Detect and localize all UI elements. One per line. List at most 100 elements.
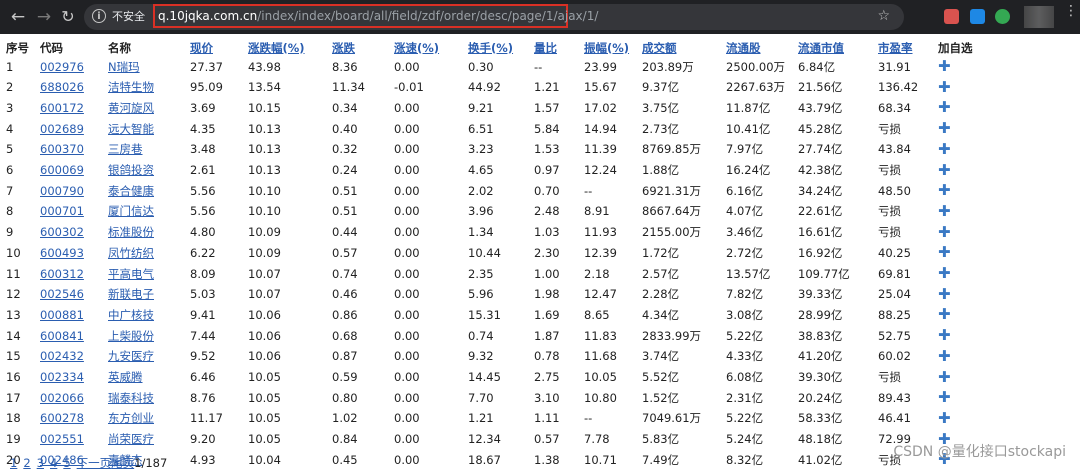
stock-name-link[interactable]: 九安医疗 (108, 349, 154, 363)
stock-code-link[interactable]: 600493 (40, 246, 84, 260)
stock-code-link[interactable]: 000790 (40, 184, 84, 198)
table-cell: 3.69 (190, 100, 216, 115)
page-link[interactable]: 5 (63, 456, 70, 470)
stock-name-link[interactable]: 瑞泰科技 (108, 391, 154, 405)
stock-code-link[interactable]: 000701 (40, 204, 84, 218)
back-arrow-icon[interactable]: ← (8, 7, 28, 27)
column-header[interactable]: 成交额 (642, 38, 726, 57)
stock-code-link[interactable]: 002546 (40, 287, 84, 301)
add-watchlist-icon[interactable]: ✚ (938, 223, 951, 241)
next-page-link[interactable]: 下一页 (77, 456, 112, 470)
stock-code-link[interactable]: 000881 (40, 308, 84, 322)
stock-name-link[interactable]: 平高电气 (108, 267, 154, 281)
add-watchlist-icon[interactable]: ✚ (938, 285, 951, 303)
stock-name-link[interactable]: 三房巷 (108, 142, 143, 156)
table-cell: 39.33亿 (798, 287, 843, 302)
column-header[interactable]: 量比 (534, 38, 584, 57)
table-cell: 0.34 (332, 100, 358, 115)
stock-name-link[interactable]: N瑞玛 (108, 60, 140, 74)
column-header[interactable]: 现价 (190, 38, 248, 57)
page-link[interactable]: 3 (37, 456, 44, 470)
add-watchlist-icon[interactable]: ✚ (938, 368, 951, 386)
stock-name-link[interactable]: 东方创业 (108, 411, 154, 425)
table-cell: 2.02 (468, 183, 494, 198)
stock-name-link[interactable]: 泰合健康 (108, 184, 154, 198)
stock-code-link[interactable]: 002066 (40, 391, 84, 405)
add-watchlist-icon[interactable]: ✚ (938, 181, 951, 199)
table-cell: 8.91 (584, 204, 610, 219)
stock-code-link[interactable]: 600302 (40, 225, 84, 239)
stock-name-link[interactable]: 洁特生物 (108, 80, 154, 94)
extension-blue-icon[interactable] (970, 9, 985, 24)
last-page-link[interactable]: 尾页 (111, 456, 134, 470)
stock-code-link[interactable]: 002334 (40, 370, 84, 384)
table-cell: 17 (6, 390, 21, 405)
stock-name-link[interactable]: 尚荣医疗 (108, 432, 154, 446)
add-watchlist-icon[interactable]: ✚ (938, 243, 951, 261)
table-cell: 1.69 (534, 307, 560, 322)
table-cell: 20.24亿 (798, 390, 843, 405)
table-row: 12 002546 新联电子 5.03 10.07 0.46 0.00 5.96 1.98 12.… (6, 285, 982, 306)
extension-shield-icon[interactable] (944, 9, 959, 24)
add-watchlist-icon[interactable]: ✚ (938, 388, 951, 406)
stock-code-link[interactable]: 002689 (40, 122, 84, 136)
stock-code-link[interactable]: 600312 (40, 267, 84, 281)
add-watchlist-icon[interactable]: ✚ (938, 57, 951, 75)
stock-name-link[interactable]: 远大智能 (108, 122, 154, 136)
column-header[interactable]: 涨跌 (332, 38, 394, 57)
stock-name-link[interactable]: 中广核技 (108, 308, 154, 322)
profile-avatar[interactable] (1024, 6, 1054, 28)
add-watchlist-icon[interactable]: ✚ (938, 409, 951, 427)
add-watchlist-icon[interactable]: ✚ (938, 161, 951, 179)
stock-name-link[interactable]: 厦门信达 (108, 204, 154, 218)
bookmark-star-icon[interactable]: ☆ (877, 8, 890, 24)
table-cell: 亏损 (878, 121, 901, 136)
stock-code-link[interactable]: 600069 (40, 163, 84, 177)
add-watchlist-icon[interactable]: ✚ (938, 119, 951, 137)
forward-arrow-icon[interactable]: → (34, 7, 54, 27)
column-header[interactable]: 涨跌幅(%) (248, 38, 332, 57)
stock-code-link[interactable]: 600370 (40, 142, 84, 156)
stock-code-link[interactable]: 600278 (40, 411, 84, 425)
table-cell: 9.52 (190, 349, 216, 364)
stock-name-link[interactable]: 上柴股份 (108, 329, 154, 343)
column-header[interactable]: 市盈率 (878, 38, 938, 57)
column-header[interactable]: 振幅(%) (584, 38, 642, 57)
add-watchlist-icon[interactable]: ✚ (938, 264, 951, 282)
page-link[interactable]: 1 (10, 456, 17, 470)
stock-name-link[interactable]: 英威腾 (108, 370, 143, 384)
info-icon[interactable]: i (92, 9, 106, 23)
stock-code-link[interactable]: 600841 (40, 329, 84, 343)
add-watchlist-icon[interactable]: ✚ (938, 140, 951, 158)
table-cell: 14.94 (584, 121, 617, 136)
stock-code-link[interactable]: 002551 (40, 432, 84, 446)
stock-name-link[interactable]: 黄河旋风 (108, 101, 154, 115)
table-cell: 58.33亿 (798, 411, 843, 426)
column-header[interactable]: 流通股 (726, 38, 798, 57)
column-header[interactable]: 换手(%) (468, 38, 534, 57)
stock-name-link[interactable]: 标准股份 (108, 225, 154, 239)
stock-code-link[interactable]: 002976 (40, 60, 84, 74)
stock-code-link[interactable]: 688026 (40, 80, 84, 94)
stock-name-link[interactable]: 银鸽投资 (108, 163, 154, 177)
add-watchlist-icon[interactable]: ✚ (938, 305, 951, 323)
add-watchlist-icon[interactable]: ✚ (938, 347, 951, 365)
stock-code-link[interactable]: 600172 (40, 101, 84, 115)
reload-icon[interactable]: ↻ (58, 7, 78, 27)
page-link[interactable]: 4 (50, 456, 57, 470)
column-header[interactable]: 涨速(%) (394, 38, 468, 57)
stock-code-link[interactable]: 002432 (40, 349, 84, 363)
menu-dots-icon[interactable]: ⋮ (1064, 4, 1078, 18)
address-bar[interactable]: i 不安全 q.10jqka.com.cn/index/index/board/… (84, 4, 904, 30)
add-watchlist-icon[interactable]: ✚ (938, 78, 951, 96)
add-watchlist-icon[interactable]: ✚ (938, 326, 951, 344)
add-watchlist-icon[interactable]: ✚ (938, 98, 951, 116)
url-text[interactable]: q.10jqka.com.cn/index/index/board/all/fi… (158, 8, 598, 24)
column-header[interactable]: 流通市值 (798, 38, 878, 57)
page-link[interactable]: 2 (23, 456, 30, 470)
extension-green-icon[interactable] (995, 9, 1010, 24)
table-cell: 15.67 (584, 80, 617, 95)
stock-name-link[interactable]: 凤竹纺织 (108, 246, 154, 260)
add-watchlist-icon[interactable]: ✚ (938, 202, 951, 220)
stock-name-link[interactable]: 新联电子 (108, 287, 154, 301)
